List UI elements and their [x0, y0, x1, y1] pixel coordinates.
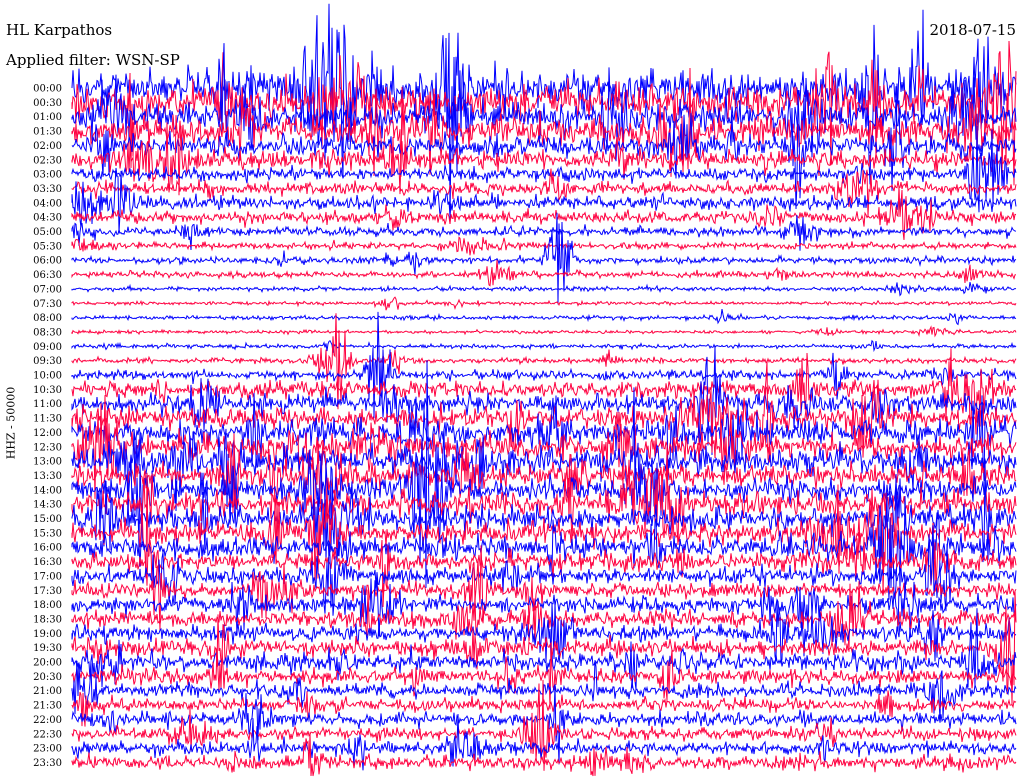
- date-label: 2018-07-15: [929, 21, 1016, 39]
- time-tick-label: 10:30: [33, 385, 62, 396]
- time-tick-label: 08:30: [33, 327, 62, 338]
- time-tick-label: 23:00: [33, 744, 62, 755]
- time-tick-label: 23:30: [33, 758, 62, 769]
- time-tick-labels: 00:00 00:30 01:00 01:30 02:00 02:30 03:00 03:30…: [33, 84, 62, 769]
- time-tick-label: 09:00: [33, 342, 62, 353]
- station-title: HL Karpathos: [6, 21, 113, 39]
- trace-line-0900: [71, 339, 1017, 353]
- filter-label: Applied filter: WSN-SP: [6, 51, 180, 69]
- trace-line-0730: [71, 296, 1017, 311]
- trace-line-0630: [71, 259, 1017, 287]
- time-tick-label: 08:00: [33, 313, 62, 324]
- seismic-traces: [71, 3, 1017, 777]
- trace-line-2230: [71, 679, 1017, 771]
- time-tick-label: 00:30: [33, 98, 62, 109]
- time-tick-label: 15:30: [33, 528, 62, 539]
- time-tick-label: 01:30: [33, 127, 62, 138]
- time-tick-label: 06:30: [33, 270, 62, 281]
- time-tick-label: 07:00: [33, 284, 62, 295]
- time-tick-label: 05:30: [33, 241, 62, 252]
- time-tick-label: 09:30: [33, 356, 62, 367]
- time-tick-label: 04:00: [33, 198, 62, 209]
- time-tick-label: 16:00: [33, 543, 62, 554]
- time-tick-label: 14:00: [33, 485, 62, 496]
- time-tick-label: 18:30: [33, 614, 62, 625]
- time-tick-label: 13:30: [33, 471, 62, 482]
- time-tick-label: 03:30: [33, 184, 62, 195]
- time-tick-label: 20:30: [33, 672, 62, 683]
- time-tick-label: 21:30: [33, 701, 62, 712]
- time-tick-label: 10:00: [33, 371, 62, 382]
- time-tick-label: 22:30: [33, 729, 62, 740]
- trace-line-1900: [71, 600, 1017, 663]
- time-tick-label: 12:00: [33, 428, 62, 439]
- y-axis-label: HHZ - 50000: [4, 386, 18, 460]
- helicorder-page: 00:00 00:30 01:00 01:30 02:00 02:30 03:00 03:30…: [0, 0, 1024, 780]
- time-tick-label: 16:30: [33, 557, 62, 568]
- trace-line-0700: [71, 281, 1017, 297]
- time-tick-label: 04:30: [33, 213, 62, 224]
- time-tick-label: 05:00: [33, 227, 62, 238]
- time-tick-label: 11:00: [33, 399, 62, 410]
- time-tick-label: 02:00: [33, 141, 62, 152]
- time-tick-label: 14:30: [33, 500, 62, 511]
- time-tick-label: 17:30: [33, 586, 62, 597]
- time-tick-label: 17:00: [33, 571, 62, 582]
- time-tick-label: 00:00: [33, 84, 62, 95]
- time-tick-label: 22:00: [33, 715, 62, 726]
- trace-line-0830: [71, 325, 1017, 338]
- time-tick-label: 15:00: [33, 514, 62, 525]
- helicorder-plot: 00:00 00:30 01:00 01:30 02:00 02:30 03:00 03:30…: [33, 3, 1017, 777]
- time-tick-label: 01:00: [33, 112, 62, 123]
- time-tick-label: 19:00: [33, 629, 62, 640]
- trace-line-0800: [71, 309, 1017, 326]
- time-tick-label: 19:30: [33, 643, 62, 654]
- time-tick-label: 13:00: [33, 457, 62, 468]
- time-tick-label: 20:00: [33, 658, 62, 669]
- time-tick-label: 06:00: [33, 256, 62, 267]
- time-tick-label: 11:30: [33, 414, 62, 425]
- time-tick-label: 03:00: [33, 170, 62, 181]
- time-tick-label: 02:30: [33, 155, 62, 166]
- time-tick-label: 12:30: [33, 442, 62, 453]
- time-tick-label: 18:00: [33, 600, 62, 611]
- time-tick-label: 07:30: [33, 299, 62, 310]
- time-tick-label: 21:00: [33, 686, 62, 697]
